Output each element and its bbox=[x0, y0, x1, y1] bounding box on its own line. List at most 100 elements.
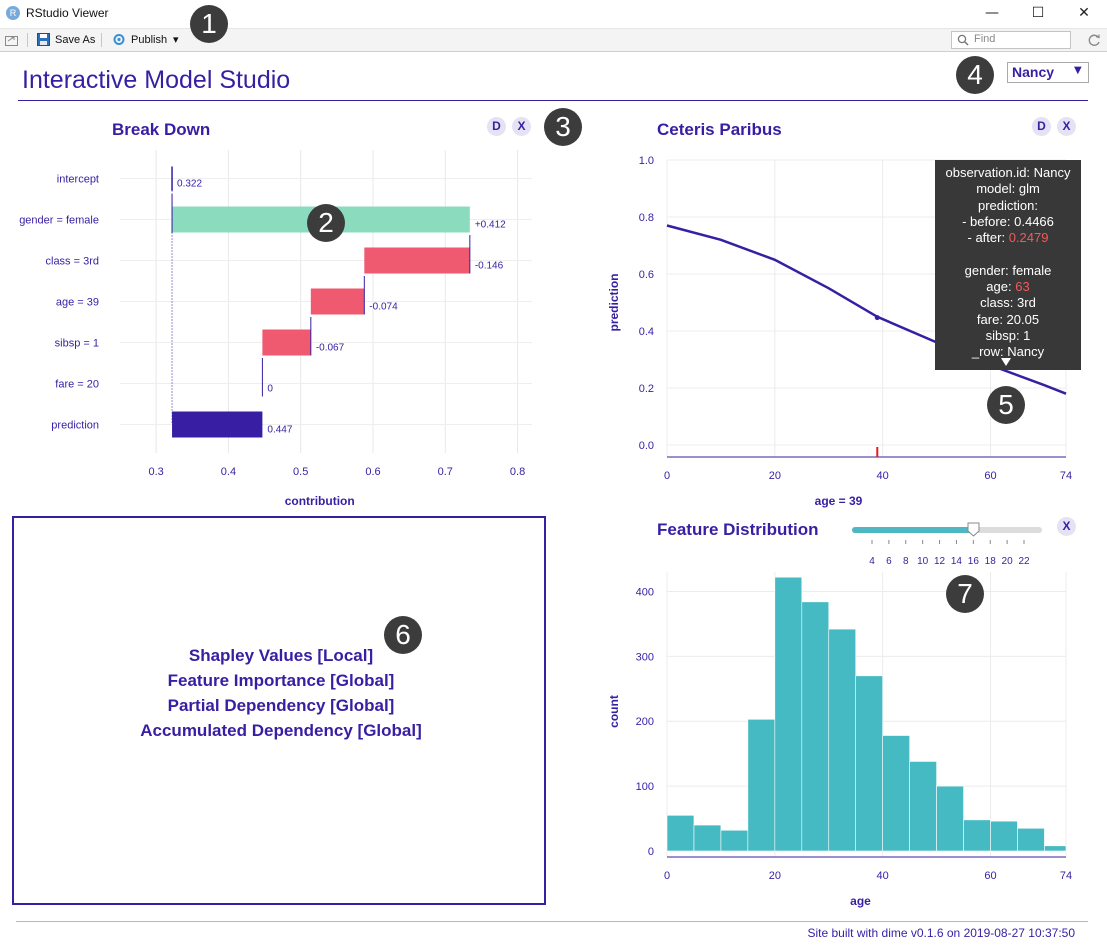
bd-x-tick-label: 0.8 bbox=[510, 466, 525, 478]
save-as-button[interactable]: Save As bbox=[35, 29, 97, 51]
minimize-button[interactable]: — bbox=[969, 0, 1015, 28]
fd-y-tick-label: 300 bbox=[636, 651, 654, 663]
viewer-toolbar: Save As Publish ▾ Find bbox=[0, 29, 1107, 52]
window-title-bar: R RStudio Viewer — ☐ ✕ bbox=[0, 0, 1107, 29]
ceteris-paribus-tooltip: observation.id: Nancy model: glm predictio… bbox=[935, 160, 1081, 370]
fd-histogram-bar bbox=[801, 601, 830, 852]
bd-category-label: prediction bbox=[51, 420, 99, 432]
refresh-icon[interactable] bbox=[1087, 33, 1102, 47]
menu-item-partial-dependency[interactable]: Partial Dependency [Global] bbox=[14, 696, 548, 716]
callout-marker-1: 1 bbox=[190, 5, 228, 43]
fd-x-axis-title: age bbox=[850, 894, 871, 908]
cp-x-tick-label: 20 bbox=[769, 470, 781, 482]
cp-y-axis-title: prediction bbox=[607, 273, 621, 331]
dropdown-arrow-icon: ▼ bbox=[1074, 65, 1082, 76]
cp-y-tick-label: 0.0 bbox=[639, 440, 654, 452]
fd-y-tick-label: 200 bbox=[636, 716, 654, 728]
fd-x-tick-label: 20 bbox=[769, 870, 781, 882]
bd-category-label: class = 3rd bbox=[46, 256, 100, 268]
fd-histogram-bar bbox=[963, 819, 991, 852]
close-window-button[interactable]: ✕ bbox=[1061, 0, 1107, 28]
footer-divider bbox=[16, 921, 1088, 922]
bd-prediction-bar bbox=[172, 411, 263, 438]
break-down-description-button[interactable]: D bbox=[487, 117, 506, 136]
bd-category-label: gender = female bbox=[19, 215, 99, 227]
bd-category-label: age = 39 bbox=[56, 297, 99, 309]
fd-x-tick-label: 40 bbox=[877, 870, 889, 882]
bd-value-label: 0.447 bbox=[267, 425, 292, 436]
tooltip-line: sibsp: 1 bbox=[985, 327, 1031, 343]
slider-thumb[interactable] bbox=[967, 522, 980, 537]
fd-histogram-bar bbox=[1017, 827, 1045, 852]
find-placeholder: Find bbox=[974, 33, 996, 45]
fd-histogram-bar bbox=[936, 785, 964, 852]
observation-select[interactable]: Nancy ▼ bbox=[1007, 62, 1089, 83]
fd-y-axis-title: count bbox=[607, 695, 621, 728]
tooltip-line: - before: 0.4466 bbox=[962, 213, 1054, 229]
fd-histogram-bar bbox=[666, 815, 695, 852]
maximize-button[interactable]: ☐ bbox=[1015, 0, 1061, 28]
fd-y-tick-label: 400 bbox=[636, 586, 654, 598]
tooltip-line: model: glm bbox=[976, 181, 1040, 197]
fd-y-tick-label: 100 bbox=[636, 781, 654, 793]
publish-icon bbox=[113, 34, 125, 45]
break-down-chart: 0.3 0.4 0.5 0.6 0.7 0.8 contribution intercept 0… bbox=[19, 150, 532, 508]
cp-x-tick-label: 60 bbox=[984, 470, 996, 482]
tooltip-line-value: 63 bbox=[1015, 279, 1030, 295]
callout-marker-7: 7 bbox=[946, 575, 984, 613]
bd-value-label: -0.067 bbox=[316, 343, 345, 354]
bd-value-label: +0.412 bbox=[475, 220, 506, 231]
menu-item-shapley-values[interactable]: Shapley Values [Local] bbox=[14, 646, 548, 666]
callout-marker-6: 6 bbox=[384, 616, 422, 654]
search-icon bbox=[957, 34, 969, 46]
fd-histogram-bar bbox=[774, 576, 803, 852]
page-title: Interactive Model Studio bbox=[22, 66, 291, 94]
publish-button[interactable]: Publish ▾ bbox=[109, 29, 185, 51]
cp-y-tick-label: 0.4 bbox=[639, 326, 654, 338]
fd-histogram-bar bbox=[1044, 845, 1067, 852]
tooltip-line-label: - after: bbox=[967, 230, 1009, 246]
chevron-down-icon: ▾ bbox=[173, 34, 179, 46]
find-input[interactable]: Find bbox=[951, 31, 1071, 49]
fd-x-tick-label: 60 bbox=[984, 870, 996, 882]
bd-category-label: fare = 20 bbox=[55, 379, 99, 391]
fd-histogram-bar bbox=[882, 735, 910, 852]
tooltip-line: gender: female bbox=[964, 262, 1052, 278]
tooltip-line-label: age: bbox=[986, 279, 1016, 295]
tooltip-line: fare: 20.05 bbox=[976, 311, 1040, 327]
bd-value-label: -0.146 bbox=[475, 261, 504, 272]
bd-x-tick-label: 0.3 bbox=[148, 466, 163, 478]
bd-x-tick-label: 0.7 bbox=[438, 466, 453, 478]
plot-choice-panel: Shapley Values [Local] Feature Importanc… bbox=[12, 516, 546, 905]
bd-value-label: 0 bbox=[267, 384, 273, 395]
fd-y-tick-label: 0 bbox=[648, 846, 654, 858]
footer-text: Site built with dime v0.1.6 on 2019-08-2… bbox=[807, 926, 1075, 940]
bd-contribution-bar bbox=[364, 247, 470, 274]
break-down-close-button[interactable]: X bbox=[512, 117, 531, 136]
tooltip-line: class: 3rd bbox=[980, 295, 1036, 311]
menu-item-accumulated-dependency[interactable]: Accumulated Dependency [Global] bbox=[14, 721, 548, 741]
tooltip-line: - after: 0.2479 bbox=[935, 230, 1081, 246]
toolbar-separator bbox=[27, 33, 28, 47]
save-icon bbox=[37, 33, 50, 46]
bin-count-slider[interactable] bbox=[852, 527, 1042, 533]
ceteris-paribus-description-button[interactable]: D bbox=[1032, 117, 1051, 136]
tooltip-arrow-icon bbox=[1001, 358, 1011, 366]
menu-item-feature-importance[interactable]: Feature Importance [Global] bbox=[14, 671, 548, 691]
cp-x-axis-title: age = 39 bbox=[815, 494, 863, 508]
title-divider bbox=[18, 100, 1088, 101]
bd-x-tick-label: 0.4 bbox=[221, 466, 236, 478]
slider-fill bbox=[852, 527, 974, 533]
fd-histogram-bar bbox=[855, 675, 883, 852]
bd-category-label: sibsp = 1 bbox=[55, 338, 99, 350]
callout-marker-5: 5 bbox=[987, 386, 1025, 424]
open-in-browser-icon[interactable] bbox=[5, 34, 19, 46]
rstudio-app-icon: R bbox=[6, 6, 20, 20]
ceteris-paribus-close-button[interactable]: X bbox=[1057, 117, 1076, 136]
bd-x-tick-label: 0.6 bbox=[365, 466, 380, 478]
break-down-title: Break Down bbox=[112, 120, 211, 139]
observation-select-value: Nancy bbox=[1012, 64, 1055, 80]
tooltip-line: prediction: bbox=[978, 197, 1038, 213]
feature-distribution-chart: 0 100 200 300 400 0 20 40 60 74 age count bbox=[607, 572, 1072, 908]
feature-distribution-close-button[interactable]: X bbox=[1057, 517, 1076, 536]
